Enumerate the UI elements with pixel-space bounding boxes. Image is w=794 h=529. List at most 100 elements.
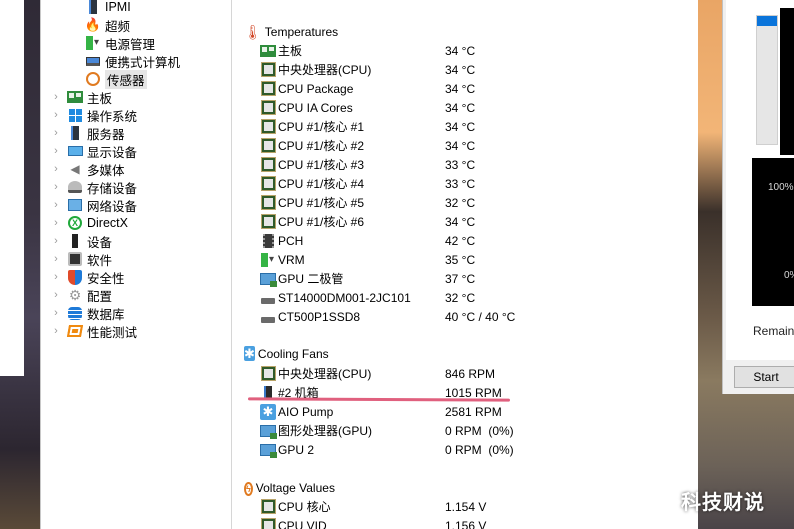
tree-item[interactable]: › 性能测试 bbox=[51, 322, 137, 340]
sensor-row[interactable]: 中央处理器(CPU) 846 RPM bbox=[260, 364, 690, 383]
sensor-name: CPU #1/核心 #1 bbox=[278, 120, 365, 134]
benchmark-icon bbox=[66, 323, 84, 339]
sensor-row[interactable]: CPU #1/核心 #5 32 °C bbox=[260, 193, 690, 212]
thermometer-icon: 🌡 bbox=[244, 23, 262, 40]
chevron-right-icon[interactable]: › bbox=[51, 271, 61, 283]
chevron-right-icon[interactable]: › bbox=[51, 235, 61, 247]
chevron-right-icon[interactable]: › bbox=[51, 127, 61, 139]
chevron-right-icon[interactable]: › bbox=[51, 145, 61, 157]
sensor-row[interactable]: CPU #1/核心 #6 34 °C bbox=[260, 212, 690, 231]
sensor-details-pane[interactable]: 🌡 Temperatures 主板 34 °C 中央处理器(CPU) 34 °C CPU P… bbox=[236, 0, 698, 529]
hdd-icon bbox=[260, 309, 276, 325]
motherboard-icon bbox=[67, 89, 83, 105]
chevron-right-icon[interactable]: › bbox=[51, 199, 61, 211]
chevron-right-icon[interactable]: › bbox=[51, 325, 61, 337]
sensor-row[interactable]: CPU #1/核心 #1 34 °C bbox=[260, 117, 690, 136]
sensor-row[interactable]: ST14000DM001-2JC101 32 °C bbox=[260, 288, 690, 307]
tree-item[interactable]: › 安全性 bbox=[51, 268, 125, 286]
section-header-voltages: ϟ Voltage Values bbox=[244, 479, 335, 497]
tree-item[interactable]: › 显示设备 bbox=[51, 142, 137, 160]
tree-item[interactable]: 🔥 超频 bbox=[85, 16, 130, 34]
sensor-value: 2581 RPM bbox=[445, 404, 502, 419]
tree-item[interactable]: › 数据库 bbox=[51, 304, 125, 322]
chevron-right-icon[interactable]: › bbox=[51, 163, 61, 175]
sensor-row[interactable]: 中央处理器(CPU) 34 °C bbox=[260, 60, 690, 79]
sensor-name: CPU #1/核心 #4 bbox=[278, 177, 365, 191]
navigation-tree[interactable]: IPMI 🔥 超频 ▾ 电源管理 便携式计算机 传感器 › 主板 › 操作系统 › 服务器 › 显示设备 › ◀… bbox=[41, 0, 232, 529]
sensor-row[interactable]: CT500P1SSD8 40 °C / 40 °C bbox=[260, 307, 690, 326]
sensor-row[interactable]: ▾ VRM 35 °C bbox=[260, 250, 690, 269]
sensor-row[interactable]: PCH 42 °C bbox=[260, 231, 690, 250]
cpu-chip-icon bbox=[260, 176, 276, 192]
sensor-row[interactable]: CPU #1/核心 #4 33 °C bbox=[260, 174, 690, 193]
sensor-name: CT500P1SSD8 bbox=[278, 309, 361, 324]
sensor-row[interactable]: 主板 34 °C bbox=[260, 41, 690, 60]
sensor-value: 34 °C bbox=[445, 81, 476, 96]
tree-item[interactable]: › 存储设备 bbox=[51, 178, 137, 196]
usage-graph: 100% 0% bbox=[752, 158, 794, 306]
section-header-fans: ✱ Cooling Fans bbox=[244, 345, 329, 363]
tree-item[interactable]: › 服务器 bbox=[51, 124, 125, 142]
sensor-row[interactable]: CPU IA Cores 34 °C bbox=[260, 98, 690, 117]
tree-item[interactable]: › 操作系统 bbox=[51, 106, 137, 124]
sensor-name: ST14000DM001-2JC101 bbox=[278, 290, 411, 305]
sensor-row[interactable]: CPU VID 1.156 V bbox=[260, 516, 690, 529]
tree-item[interactable]: › ⚙ 配置 bbox=[51, 286, 112, 304]
sensor-name: GPU 二极管 bbox=[278, 272, 344, 286]
chevron-right-icon[interactable]: › bbox=[51, 253, 61, 265]
sensor-value: 34 °C bbox=[445, 214, 476, 229]
sensor-value: 34 °C bbox=[445, 43, 476, 58]
sensor-row[interactable]: CPU Package 34 °C bbox=[260, 79, 690, 98]
graph-top-label: 100% bbox=[768, 182, 794, 193]
side-panel-content: 100% 0% Remainin bbox=[726, 0, 794, 360]
sensor-row[interactable]: 图形处理器(GPU) 0 RPM (0%) bbox=[260, 421, 690, 440]
sensor-row[interactable]: CPU #1/核心 #3 33 °C bbox=[260, 155, 690, 174]
tree-item-label: 主板 bbox=[87, 91, 113, 106]
chevron-right-icon[interactable]: › bbox=[51, 91, 61, 103]
gauge-icon bbox=[85, 71, 101, 87]
section-title: Temperatures bbox=[264, 25, 339, 39]
tree-item-label: 操作系统 bbox=[87, 109, 138, 124]
chevron-right-icon[interactable]: › bbox=[51, 307, 61, 319]
sensor-value: 40 °C / 40 °C bbox=[445, 309, 516, 324]
database-icon bbox=[67, 305, 83, 321]
tree-item-label: 数据库 bbox=[87, 307, 125, 322]
sensor-row[interactable]: ✱ AIO Pump 2581 RPM bbox=[260, 402, 690, 421]
tree-item[interactable]: › ◀ 多媒体 bbox=[51, 160, 124, 178]
section-header-temperatures: 🌡 Temperatures bbox=[244, 23, 338, 41]
config-gear-icon: ⚙ bbox=[68, 286, 82, 303]
tree-item-label: 软件 bbox=[87, 253, 113, 268]
graph-area-top bbox=[780, 8, 794, 155]
sensor-row[interactable]: CPU 核心 1.154 V bbox=[260, 497, 690, 516]
start-button[interactable]: Start bbox=[734, 366, 794, 388]
sensor-value: 0 RPM (0%) bbox=[445, 442, 514, 457]
sensor-value: 846 RPM bbox=[445, 366, 496, 381]
chevron-right-icon[interactable]: › bbox=[51, 217, 61, 229]
tree-item[interactable]: › 主板 bbox=[51, 88, 112, 106]
tree-item[interactable]: › 网络设备 bbox=[51, 196, 137, 214]
chevron-right-icon[interactable]: › bbox=[51, 289, 61, 301]
flame-icon: 🔥 bbox=[84, 17, 102, 32]
sensor-row[interactable]: GPU 2 0 RPM (0%) bbox=[260, 440, 690, 459]
server-icon bbox=[67, 125, 83, 141]
sensor-row[interactable]: GPU 二极管 37 °C bbox=[260, 269, 690, 288]
chevron-right-icon[interactable]: › bbox=[51, 109, 61, 121]
desktop-window-fragment bbox=[0, 0, 24, 376]
tree-item[interactable]: › 软件 bbox=[51, 250, 112, 268]
monitor-icon bbox=[67, 143, 83, 159]
tree-item[interactable]: 便携式计算机 bbox=[85, 52, 180, 70]
tree-item-label: 显示设备 bbox=[87, 145, 138, 160]
tree-item[interactable]: ▾ 电源管理 bbox=[85, 34, 155, 52]
sensor-row[interactable]: CPU #1/核心 #2 34 °C bbox=[260, 136, 690, 155]
tree-item[interactable]: 传感器 bbox=[85, 69, 147, 89]
tree-item[interactable]: IPMI bbox=[85, 0, 131, 16]
chevron-right-icon[interactable]: › bbox=[51, 181, 61, 193]
sensor-value: 37 °C bbox=[445, 271, 476, 286]
pch-chip-icon bbox=[260, 233, 276, 249]
shield-icon bbox=[67, 269, 83, 285]
cpu-chip-icon bbox=[260, 119, 276, 135]
storage-icon bbox=[67, 179, 83, 195]
tree-item-label: 服务器 bbox=[87, 127, 125, 142]
tree-item[interactable]: › X DirectX bbox=[51, 214, 128, 232]
tree-item[interactable]: › 设备 bbox=[51, 232, 112, 250]
